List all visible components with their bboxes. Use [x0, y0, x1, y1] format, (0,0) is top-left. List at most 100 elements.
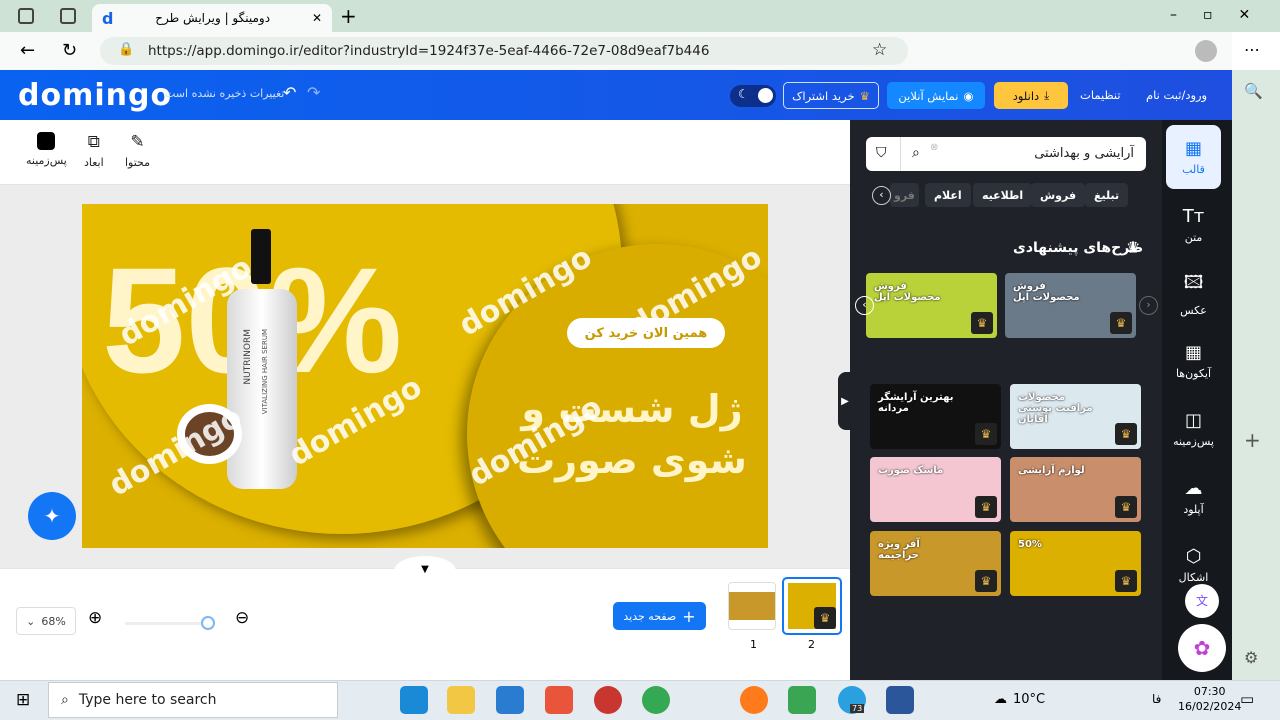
- chip-announce[interactable]: اعلام: [925, 183, 971, 207]
- expand-pages-button[interactable]: ▼: [394, 556, 456, 586]
- page-thumbnail-1[interactable]: [728, 582, 776, 630]
- chip-sale[interactable]: فروش: [1031, 183, 1086, 207]
- premium-crown-icon: ♛: [975, 570, 997, 592]
- chip-scroll-left[interactable]: ‹: [872, 186, 891, 205]
- translate-icon[interactable]: 文: [1185, 584, 1219, 618]
- store-taskbar-icon[interactable]: [496, 686, 524, 714]
- new-tab-icon[interactable]: +: [340, 4, 357, 28]
- profile-avatar[interactable]: [1195, 40, 1217, 62]
- search-input[interactable]: آرایشی و بهداشتی: [1034, 146, 1134, 161]
- nav-item-1[interactable]: Tт متن: [1166, 193, 1221, 257]
- filter-icon[interactable]: ⛉: [876, 145, 887, 161]
- settings-link[interactable]: تنظیمات: [1080, 88, 1121, 102]
- carousel-prev[interactable]: ‹: [855, 296, 874, 315]
- word-taskbar-icon[interactable]: [886, 686, 914, 714]
- app-taskbar-icon[interactable]: [788, 686, 816, 714]
- tab-actions-icon[interactable]: [60, 8, 76, 24]
- clock[interactable]: 07:30 16/02/2024: [1178, 684, 1241, 714]
- window-controls[interactable]: –▫✕: [1170, 7, 1276, 23]
- background-tool[interactable]: پس‌زمینه: [26, 132, 67, 167]
- weather-widget[interactable]: ☁ 10°C: [994, 692, 1045, 707]
- chip-ad[interactable]: تبلیغ: [1085, 183, 1129, 207]
- undo-icon[interactable]: ↶: [283, 83, 296, 102]
- telegram-taskbar-icon[interactable]: 73: [838, 686, 866, 714]
- template-card[interactable]: بهترین آرایشگر مردانه ♛: [870, 384, 1001, 449]
- section-title: طرح‌های پیشنهادی: [1013, 240, 1144, 256]
- magic-wand-button[interactable]: ✦: [28, 492, 76, 540]
- download-button[interactable]: دانلود ⤓: [994, 82, 1068, 109]
- zoom-in-icon[interactable]: ⊕: [88, 608, 102, 628]
- language-indicator[interactable]: فا: [1152, 692, 1161, 706]
- new-page-button[interactable]: صفحه جدید +: [613, 602, 706, 630]
- premium-crown-icon: ♛: [975, 496, 997, 518]
- page-thumbnail-2[interactable]: ♛: [782, 577, 842, 635]
- design-canvas[interactable]: 50% NUTRINORM VITALIZING HAIR SERUM همین…: [82, 204, 768, 548]
- template-card[interactable]: فروش محصولات اپل ♛: [1005, 273, 1136, 338]
- clear-icon[interactable]: ⊗: [930, 142, 938, 153]
- dark-mode-toggle[interactable]: ☾: [730, 85, 776, 107]
- more-icon[interactable]: ⋯: [1244, 40, 1260, 59]
- back-icon[interactable]: ←: [20, 40, 35, 61]
- close-tab-icon[interactable]: ✕: [312, 11, 322, 25]
- chrome-taskbar-icon[interactable]: [642, 686, 670, 714]
- background-color-icon: [37, 132, 56, 150]
- template-card[interactable]: محصولات مراقبت پوستی آقایان ♛: [1010, 384, 1141, 449]
- refresh-icon[interactable]: ↻: [62, 40, 77, 61]
- explorer-taskbar-icon[interactable]: [447, 686, 475, 714]
- search-icon[interactable]: 🔍: [1244, 82, 1263, 100]
- workspaces-icon[interactable]: [18, 8, 34, 24]
- edge-sidebar: [1232, 70, 1280, 680]
- content-tool[interactable]: ✎ محتوا: [125, 132, 150, 169]
- zoom-out-icon[interactable]: ⊖: [235, 608, 249, 628]
- add-icon[interactable]: +: [1244, 428, 1261, 452]
- page-number: 2: [808, 638, 815, 651]
- template-card[interactable]: آفر ویژه حراجیمه ♛: [870, 531, 1001, 596]
- nav-item-3[interactable]: ▦ آیکون‌ها: [1166, 329, 1221, 393]
- template-card[interactable]: فروش محصولات اپل ♛: [866, 273, 997, 338]
- save-status: تغییرات ذخیره نشده است: [165, 87, 285, 100]
- template-card[interactable]: 50% ♛: [1010, 531, 1141, 596]
- nav-item-2[interactable]: 🖾 عکس: [1166, 261, 1221, 325]
- preview-button[interactable]: نمایش آنلاین ◉: [887, 82, 985, 109]
- nav-item-4[interactable]: ◫ پس‌زمینه: [1166, 397, 1221, 461]
- edge-taskbar-icon[interactable]: [400, 686, 428, 714]
- nav-item-5[interactable]: ☁ آپلود: [1166, 465, 1221, 529]
- login-link[interactable]: ورود/ثبت نام: [1146, 88, 1207, 102]
- favorite-icon[interactable]: ☆: [872, 40, 887, 60]
- browser-tab[interactable]: d دومینگو | ویرایش طرح ✕: [92, 4, 332, 32]
- firefox-taskbar-icon[interactable]: [740, 686, 768, 714]
- template-title: فروش محصولات اپل: [1013, 281, 1080, 303]
- dimensions-tool[interactable]: ⧉ ابعاد: [84, 132, 104, 169]
- app-taskbar-icon[interactable]: [594, 686, 622, 714]
- notifications-icon[interactable]: ▭: [1240, 690, 1254, 708]
- plus-icon: +: [682, 606, 696, 626]
- download-icon: ⤓: [1044, 88, 1050, 102]
- taskbar-search[interactable]: ⌕ Type here to search: [48, 682, 338, 718]
- nav-item-0[interactable]: ▦ قالب: [1166, 125, 1221, 189]
- subscribe-button[interactable]: خرید اشتراک ♛: [783, 82, 879, 109]
- premium-crown-icon: ♛: [975, 423, 997, 445]
- tab-title: دومینگو | ویرایش طرح: [155, 11, 271, 25]
- template-title: لوازم آرایشی: [1018, 465, 1085, 476]
- premium-crown-icon: ♛: [1115, 496, 1137, 518]
- page-number: 1: [750, 638, 757, 651]
- windows-start-icon[interactable]: ⊞: [16, 690, 30, 710]
- search-icon[interactable]: ⌕: [912, 145, 920, 161]
- nav-icon: ⬡: [1185, 546, 1202, 567]
- app-taskbar-icon[interactable]: [545, 686, 573, 714]
- url-input[interactable]: https://app.domingo.ir/editor?industryId…: [100, 37, 908, 65]
- template-card[interactable]: ماسک صورت ♛: [870, 457, 1001, 522]
- carousel-next[interactable]: ›: [1139, 296, 1158, 315]
- copilot-icon[interactable]: ✿: [1178, 624, 1226, 672]
- zoom-slider[interactable]: [125, 616, 215, 630]
- crown-icon: ♛: [859, 88, 870, 103]
- chip-notice[interactable]: اطلاعیه: [973, 183, 1033, 207]
- template-card[interactable]: لوازم آرایشی ♛: [1010, 457, 1141, 522]
- chip-partial[interactable]: فرو: [890, 183, 919, 207]
- lock-icon[interactable]: 🔒: [118, 42, 134, 57]
- zoom-select[interactable]: ⌄ 68%: [16, 607, 76, 635]
- template-search[interactable]: ⛉ ⌕ ⊗ آرایشی و بهداشتی: [866, 137, 1146, 171]
- settings-icon[interactable]: ⚙: [1244, 648, 1258, 667]
- nav-icon: ▦: [1184, 342, 1202, 363]
- redo-icon[interactable]: ↷: [307, 83, 320, 102]
